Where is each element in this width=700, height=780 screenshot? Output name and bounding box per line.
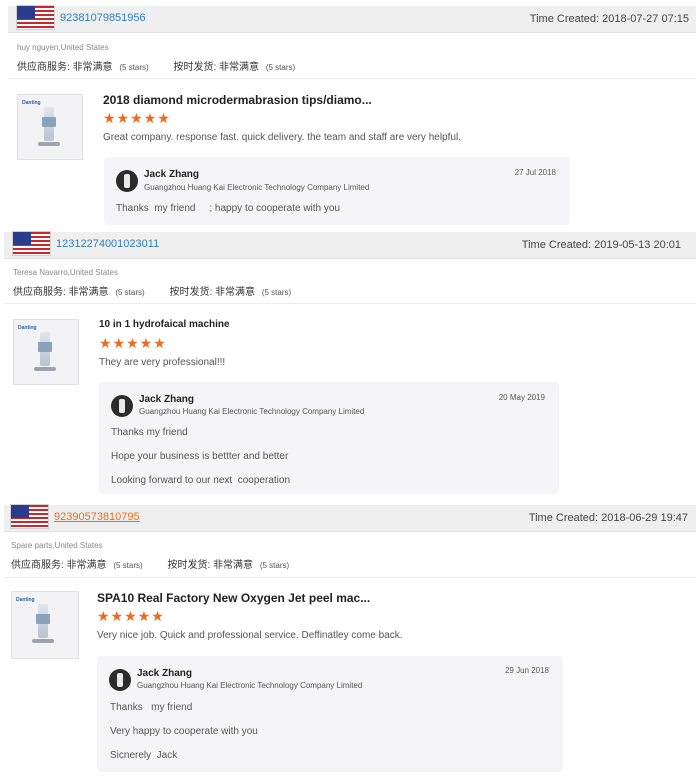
review-header: 12312274001023011 Time Created: 2019-05-…	[4, 231, 696, 259]
divider	[4, 303, 696, 304]
product-brand-logo: Danting	[22, 100, 41, 106]
avatar	[116, 170, 138, 192]
reply-date: 20 May 2019	[498, 393, 545, 402]
rating-row: 供应商服务: 非常满意 (5 stars) 按时发货: 非常满意 (5 star…	[17, 58, 317, 73]
reply-text: Thanks my friend	[111, 427, 188, 438]
star-rating: ★★★★★	[99, 335, 167, 351]
shipping-rating-stars: (5 stars)	[265, 63, 296, 72]
review-header: 92381079851956 Time Created: 2018-07-27 …	[8, 5, 696, 33]
reply-text: Very happy to cooperate with you	[110, 726, 258, 737]
reply-author-name: Jack Zhang	[144, 169, 200, 180]
service-rating-label: 供应商服务:	[17, 62, 70, 73]
order-number-link[interactable]: 12312274001023011	[56, 238, 159, 250]
shipping-rating-value: 非常满意	[215, 287, 256, 298]
service-rating-label: 供应商服务:	[11, 560, 64, 571]
reply-text: Thanks my friend ; happy to cooperate wi…	[116, 203, 341, 214]
shipping-rating-stars: (5 stars)	[259, 561, 290, 570]
buyer-name: Spare parts,United States	[11, 541, 103, 550]
review-comment: They are very professional!!!	[99, 357, 226, 368]
product-brand-logo: Danting	[16, 597, 35, 603]
reply-company: Guangzhou Huang Kai Electronic Technolog…	[139, 407, 365, 416]
shipping-rating-value: 非常满意	[219, 62, 260, 73]
product-thumbnail[interactable]: Danting	[11, 591, 79, 659]
reply-author-name: Jack Zhang	[137, 668, 193, 679]
product-brand-logo: Danting	[18, 325, 37, 331]
product-thumbnail[interactable]: Danting	[17, 94, 83, 160]
supplier-reply: Jack Zhang Guangzhou Huang Kai Electroni…	[104, 157, 570, 225]
reply-text: Looking forward to our next cooperation	[111, 475, 290, 486]
time-created-label: Time Created:	[529, 13, 600, 25]
service-rating-value: 非常满意	[66, 560, 107, 571]
time-created-value: 2019-05-13 20:01	[594, 239, 681, 251]
shipping-rating-stars: (5 stars)	[261, 288, 292, 297]
time-created-label: Time Created:	[521, 239, 592, 251]
shipping-rating-label: 按时发货:	[167, 560, 211, 571]
shipping-rating-value: 非常满意	[213, 560, 254, 571]
review-page: 92381079851956 Time Created: 2018-07-27 …	[0, 0, 700, 780]
reply-company: Guangzhou Huang Kai Electronic Technolog…	[144, 183, 370, 192]
service-rating-value: 非常满意	[68, 287, 109, 298]
rating-row: 供应商服务: 非常满意 (5 stars) 按时发货: 非常满意 (5 star…	[11, 556, 311, 571]
rating-row: 供应商服务: 非常满意 (5 stars) 按时发货: 非常满意 (5 star…	[13, 283, 313, 298]
order-number-link[interactable]: 92381079851956	[60, 12, 146, 24]
review-comment: Very nice job. Quick and professional se…	[97, 630, 403, 641]
time-created: Time Created: 2019-05-13 20:01	[522, 239, 681, 251]
service-rating-stars: (5 stars)	[113, 561, 143, 570]
us-flag-icon	[16, 5, 55, 30]
review-header: 92390573810795 Time Created: 2018-06-29 …	[4, 504, 696, 532]
product-title-link[interactable]: 10 in 1 hydrofaical machine	[99, 319, 230, 330]
reply-text: Hope your business is bettter and better	[111, 451, 289, 462]
service-rating-value: 非常满意	[72, 62, 113, 73]
service-rating-stars: (5 stars)	[119, 63, 149, 72]
product-title-link[interactable]: 2018 diamond microdermabrasion tips/diam…	[103, 93, 372, 107]
time-created-label: Time Created:	[528, 512, 599, 524]
buyer-name: Teresa Navarro,United States	[13, 268, 118, 277]
reply-company: Guangzhou Huang Kai Electronic Technolog…	[137, 681, 363, 690]
reply-text: Thanks my friend	[110, 702, 193, 713]
product-title-link[interactable]: SPA10 Real Factory New Oxygen Jet peel m…	[97, 591, 370, 605]
service-rating-label: 供应商服务:	[13, 287, 66, 298]
avatar	[109, 669, 131, 691]
product-thumbnail[interactable]: Danting	[13, 319, 79, 385]
star-rating: ★★★★★	[103, 110, 171, 126]
supplier-reply: Jack Zhang Guangzhou Huang Kai Electroni…	[99, 382, 559, 494]
buyer-name: huy nguyen,United States	[17, 43, 109, 52]
reply-author-name: Jack Zhang	[139, 394, 195, 405]
time-created: Time Created: 2018-07-27 07:15	[530, 13, 689, 25]
us-flag-icon	[12, 231, 51, 256]
order-number-link[interactable]: 92390573810795	[54, 511, 140, 523]
reply-text: Sicnerely Jack	[110, 750, 178, 761]
reply-date: 27 Jul 2018	[514, 168, 556, 177]
divider	[4, 577, 696, 578]
time-created-value: 2018-06-29 19:47	[601, 512, 688, 524]
review-comment: Great company. response fast. quick deli…	[103, 132, 461, 143]
shipping-rating-label: 按时发货:	[169, 287, 213, 298]
star-rating: ★★★★★	[97, 608, 165, 624]
shipping-rating-label: 按时发货:	[173, 62, 217, 73]
service-rating-stars: (5 stars)	[115, 288, 145, 297]
reply-date: 29 Jun 2018	[504, 666, 549, 675]
time-created: Time Created: 2018-06-29 19:47	[529, 512, 688, 524]
supplier-reply: Jack Zhang Guangzhou Huang Kai Electroni…	[97, 656, 563, 772]
divider	[8, 78, 696, 79]
time-created-value: 2018-07-27 07:15	[602, 13, 689, 25]
avatar	[111, 395, 133, 417]
us-flag-icon	[10, 504, 49, 529]
